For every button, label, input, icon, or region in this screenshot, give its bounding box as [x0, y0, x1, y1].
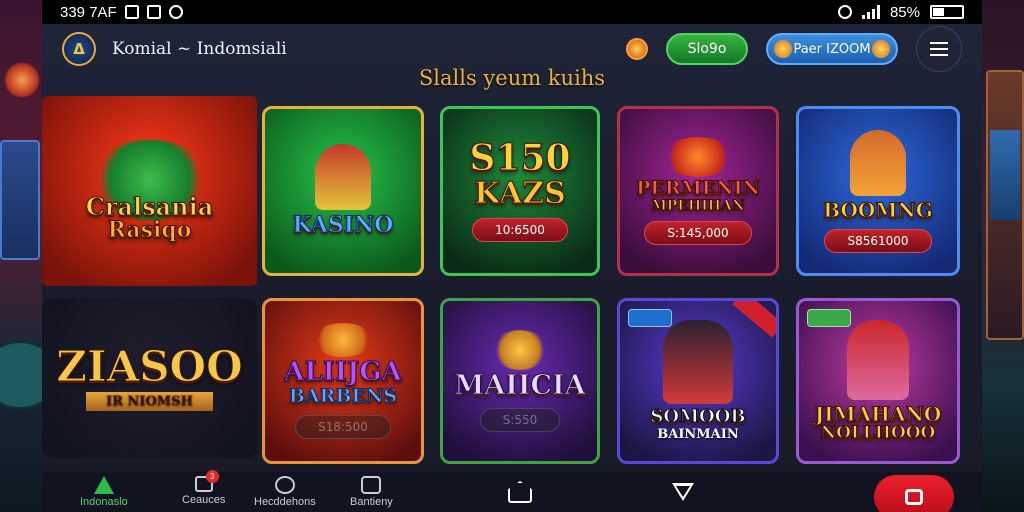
game-title: ALIIJGA — [284, 357, 402, 388]
coin-icon — [872, 40, 890, 58]
notification-icon — [146, 5, 161, 19]
game-tile-permenin[interactable]: PERMENIN MPEHIHAN S:145,000 — [617, 106, 779, 276]
app-logo[interactable]: Δ — [62, 32, 96, 66]
hot-ribbon — [732, 301, 776, 338]
game-subtitle: MPEHIHAN — [651, 197, 745, 214]
gift-icon — [905, 489, 923, 505]
game-price-tag: S:550 — [479, 408, 561, 433]
balance-button[interactable]: Paer IZOOM — [766, 33, 898, 65]
casino-backdrop-right — [982, 0, 1024, 512]
lamp-decoration — [4, 62, 40, 98]
section-title: Slalls yeum kuihs — [418, 66, 606, 90]
game-emblem — [663, 136, 733, 177]
slot-screen-decoration — [990, 130, 1020, 220]
game-title: ZIASOO — [56, 342, 243, 392]
nav-label: Bantieny — [350, 496, 393, 508]
game-tile-cralsania[interactable]: Cralsania Rasiqo — [42, 96, 257, 286]
alarm-icon — [837, 5, 852, 19]
battery-icon — [930, 5, 964, 19]
notification-badge: 3 — [205, 470, 219, 483]
game-subtitle: NOLLHOOO — [820, 422, 936, 443]
character-figure — [663, 320, 733, 405]
game-tile-s150[interactable]: S150 KAZS 10:6500 — [440, 106, 600, 276]
notification-icon — [124, 5, 139, 19]
character-figure — [315, 144, 371, 211]
game-title: JIMAHANO — [814, 401, 942, 426]
game-price-tag: S18:500 — [295, 414, 391, 439]
status-time: 339 7AF — [60, 3, 117, 21]
game-tile-boomng[interactable]: BOOMNG S8561000 — [796, 106, 960, 276]
floating-action-button[interactable] — [874, 475, 954, 512]
game-price-tag: 10:6500 — [472, 217, 568, 242]
game-title: Cralsania — [85, 191, 214, 221]
status-bar: 339 7AF 85% — [42, 0, 982, 24]
green-action-button[interactable]: Slo9o — [666, 33, 748, 65]
disc-icon — [274, 476, 295, 494]
game-emblem — [313, 323, 373, 358]
system-home-icon[interactable] — [508, 481, 532, 503]
coin-icon — [774, 40, 792, 58]
system-back-icon[interactable] — [672, 483, 694, 501]
game-title: S150 — [469, 137, 571, 180]
notification-icon — [168, 5, 183, 19]
brand-name: Komial ~ Indomsiali — [112, 39, 287, 59]
game-tile-maiicia[interactable]: MAIICIA S:550 — [440, 298, 600, 464]
signal-icon — [861, 5, 880, 19]
game-subtitle: BAINMAIN — [657, 426, 739, 442]
game-title: SOMOOB — [650, 406, 746, 428]
game-subtitle: KAZS — [474, 176, 567, 212]
game-subtitle: BARBENS — [288, 384, 398, 407]
character-figure — [847, 319, 909, 400]
game-tile-somoob[interactable]: SOMOOB BAINMAIN — [617, 298, 779, 464]
nav-item-wallet[interactable]: Bantieny — [350, 476, 393, 508]
game-tile-aliijga[interactable]: ALIIJGA BARBENS S18:500 — [262, 298, 424, 464]
battery-percent: 85% — [889, 3, 920, 21]
home-triangle-icon — [93, 476, 114, 494]
game-title: KASINO — [292, 212, 394, 239]
inbox-icon: 3 — [194, 470, 219, 492]
bottom-navigation: Indonaslo 3 Ceauces Hecddehons Bantieny — [42, 470, 982, 512]
bonus-coin-icon[interactable] — [626, 38, 648, 60]
app-window: Δ Komial ~ Indomsiali Slo9o Paer IZOOM S… — [42, 24, 982, 512]
promo-tag — [628, 309, 672, 327]
game-price-tag: S8561000 — [824, 228, 932, 253]
nav-label: Indonaslo — [80, 496, 128, 508]
game-title: MAIICIA — [454, 369, 586, 401]
game-tile-kasino[interactable]: KASINO — [262, 106, 424, 276]
game-subtitle: Rasiqo — [107, 217, 192, 244]
promo-tag — [807, 309, 851, 327]
game-tile-jimahano[interactable]: JIMAHANO NOLLHOOO — [796, 298, 960, 464]
character-figure — [850, 129, 906, 196]
balance-label: Paer IZOOM — [793, 41, 871, 57]
game-price-tag: S:145,000 — [644, 221, 752, 246]
nav-item-inbox[interactable]: 3 Ceauces — [182, 470, 226, 506]
game-subtitle: IR NIOMSH — [86, 391, 213, 411]
slot-machine-decoration — [0, 140, 40, 260]
nav-item-history[interactable]: Hecddehons — [254, 476, 316, 508]
nav-item-home[interactable]: Indonaslo — [80, 476, 128, 508]
game-tile-ziasoo[interactable]: ZIASOO IR NIOMSH — [42, 298, 257, 458]
game-title: BOOMNG — [823, 197, 934, 222]
game-emblem — [492, 329, 548, 370]
nav-label: Hecddehons — [254, 496, 316, 508]
game-title: PERMENIN — [636, 176, 761, 199]
nav-label: Ceauces — [182, 494, 226, 506]
wallet-icon — [361, 476, 382, 494]
